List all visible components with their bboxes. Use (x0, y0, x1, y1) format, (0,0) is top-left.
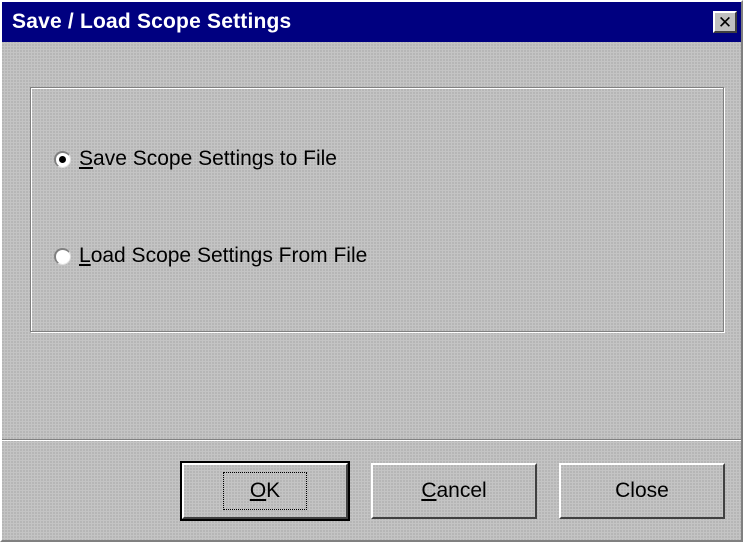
window-title: Save / Load Scope Settings (12, 10, 292, 33)
close-button[interactable]: Close (559, 463, 725, 519)
close-button-label: Close (615, 479, 669, 502)
button-separator (2, 439, 741, 441)
ok-accel: O (249, 479, 267, 502)
cancel-text: ancel (436, 479, 487, 502)
cancel-button[interactable]: Cancel (371, 463, 537, 519)
cancel-button-label: Cancel (421, 479, 486, 503)
load-settings-label: Load Scope Settings From File (79, 244, 367, 268)
load-settings-radio[interactable] (54, 247, 71, 265)
save-settings-radio[interactable] (54, 150, 71, 168)
close-icon: ✕ (717, 12, 733, 32)
title-bar[interactable]: Save / Load Scope Settings ✕ (2, 2, 741, 42)
load-settings-accel: L (79, 244, 91, 267)
close-window-button[interactable]: ✕ (713, 11, 737, 33)
ok-button-label: OK (222, 472, 308, 510)
ok-text: K (266, 479, 281, 502)
save-settings-option[interactable]: Save Scope Settings to File (54, 147, 337, 171)
ok-button[interactable]: OK (180, 461, 350, 521)
options-group (30, 87, 724, 332)
load-settings-text: oad Scope Settings From File (90, 244, 368, 267)
cancel-accel: C (421, 479, 437, 502)
save-settings-label: Save Scope Settings to File (79, 147, 337, 171)
save-load-dialog: Save / Load Scope Settings ✕ Save Scope … (0, 0, 743, 542)
load-settings-option[interactable]: Load Scope Settings From File (54, 244, 367, 268)
save-settings-accel: S (79, 147, 94, 170)
save-settings-text: ave Scope Settings to File (93, 147, 337, 170)
